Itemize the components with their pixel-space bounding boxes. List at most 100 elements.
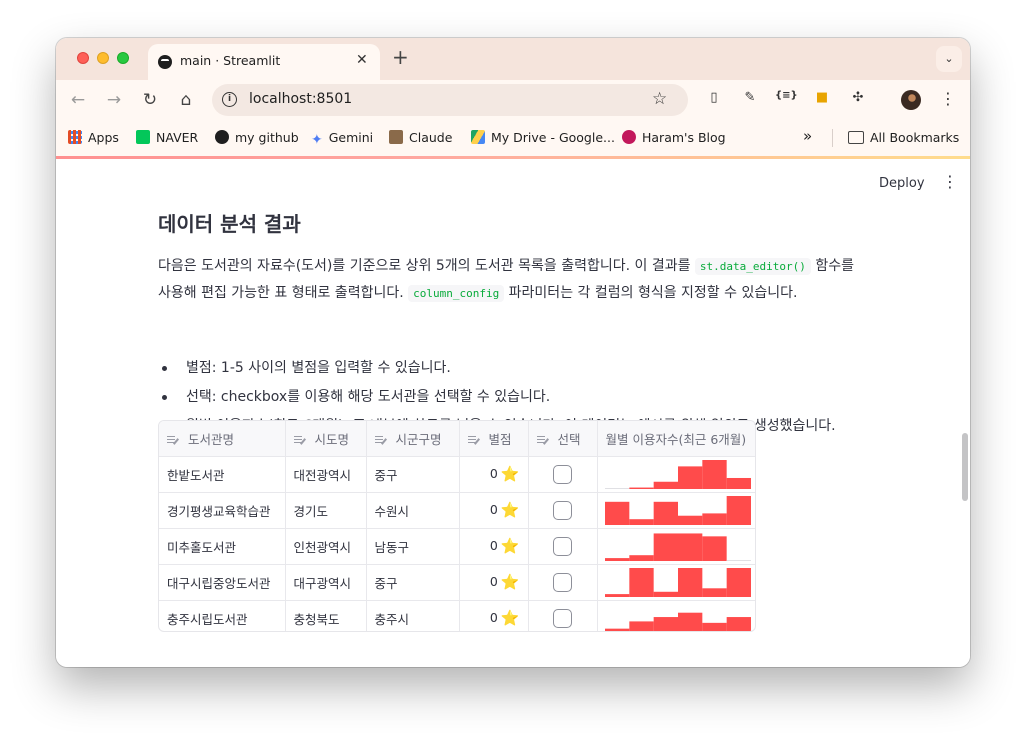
address-bar[interactable]: i localhost:8501 ☆	[212, 84, 688, 116]
site-info-icon[interactable]: i	[222, 92, 237, 107]
cell-select[interactable]	[528, 492, 598, 529]
column-header-monthly-users[interactable]: 월별 이용자수(최근 6개월)	[597, 421, 755, 457]
cell-select[interactable]	[528, 456, 598, 493]
forward-arrow-icon[interactable]: →	[102, 88, 126, 112]
all-bookmarks-button[interactable]: All Bookmarks	[848, 130, 959, 145]
cell-rating[interactable]: 0 ⭐	[459, 564, 529, 601]
cell-sido[interactable]: 경기도	[285, 492, 367, 529]
bookmark-github[interactable]: my github	[215, 130, 299, 145]
cell-library-name[interactable]: 경기평생교육학습관	[159, 492, 286, 529]
tab-search-button[interactable]: ⌄	[936, 46, 962, 72]
cell-rating[interactable]: 0 ⭐	[459, 456, 529, 493]
tab-main-streamlit[interactable]: main · Streamlit ✕	[148, 44, 380, 80]
monthly-bar	[677, 515, 702, 525]
tab-close-icon[interactable]: ✕	[356, 52, 368, 68]
star-icon: ⭐	[500, 609, 520, 627]
cell-sido[interactable]: 대구광역시	[285, 564, 367, 601]
cell-library-name[interactable]: 대구시립중앙도서관	[159, 564, 286, 601]
cell-select[interactable]	[528, 600, 598, 631]
cell-select[interactable]	[528, 528, 598, 565]
cherry-icon	[622, 130, 636, 144]
monthly-bar	[653, 501, 678, 525]
cell-sido[interactable]: 대전광역시	[285, 456, 367, 493]
zoom-window-button[interactable]	[117, 52, 129, 64]
editable-column-icon	[293, 435, 307, 445]
monthly-bar	[677, 567, 702, 597]
close-window-button[interactable]	[77, 52, 89, 64]
inline-code-data-editor: st.data_editor()	[694, 258, 811, 275]
url-text[interactable]: localhost:8501	[249, 91, 352, 107]
tab-bar: main · Streamlit ✕ + ⌄	[56, 38, 970, 80]
profile-avatar[interactable]	[901, 90, 921, 110]
monthly-bar	[628, 620, 654, 631]
column-header-sido[interactable]: 시도명	[285, 421, 367, 457]
minimize-window-button[interactable]	[97, 52, 109, 64]
monthly-bar	[653, 591, 678, 597]
table-row: 경기평생교육학습관 경기도 수원시 0 ⭐	[159, 492, 755, 529]
column-header-rating[interactable]: 별점	[459, 421, 529, 457]
column-header-library-name[interactable]: 도서관명	[159, 421, 286, 457]
cell-library-name[interactable]: 충주시립도서관	[159, 600, 286, 631]
monthly-bar	[653, 481, 678, 489]
data-editor-table[interactable]: 도서관명 시도명 시군구명 별점 선택 월별 이용자수(최근 6개월) 한밭도서…	[158, 420, 756, 632]
browser-toolbar: ← → ↻ ⌂ i localhost:8501 ☆ ▯ ✎ {≡} ■ ✣ ⋮	[56, 80, 970, 120]
select-checkbox[interactable]	[553, 536, 572, 556]
cell-rating[interactable]: 0 ⭐	[459, 492, 529, 529]
select-checkbox[interactable]	[553, 464, 572, 484]
bookmark-claude[interactable]: Claude	[389, 130, 452, 145]
cell-sido[interactable]: 인천광역시	[285, 528, 367, 565]
json-formatter-icon[interactable]: {≡}	[775, 90, 798, 101]
monthly-bar	[677, 465, 702, 489]
select-checkbox[interactable]	[553, 500, 572, 520]
cell-sigungu[interactable]: 중구	[366, 456, 460, 493]
cell-select[interactable]	[528, 564, 598, 601]
browser-menu-icon[interactable]: ⋮	[940, 89, 956, 108]
cell-rating[interactable]: 0 ⭐	[459, 600, 529, 631]
list-item: 별점: 1-5 사이의 별점을 입력할 수 있습니다.	[158, 355, 836, 384]
cell-monthly-chart	[597, 564, 755, 601]
page-scrollbar[interactable]	[962, 433, 968, 501]
extensions-puzzle-icon[interactable]: ✣	[848, 90, 868, 105]
cell-sido[interactable]: 충청북도	[285, 600, 367, 631]
cell-library-name[interactable]: 한밭도서관	[159, 456, 286, 493]
monthly-users-bar-chart	[604, 495, 751, 525]
cell-sigungu[interactable]: 수원시	[366, 492, 460, 529]
document-icon[interactable]: ▯	[704, 90, 724, 105]
column-header-select[interactable]: 선택	[528, 421, 598, 457]
back-arrow-icon[interactable]: ←	[66, 88, 90, 112]
inline-code-column-config: column_config	[408, 285, 505, 302]
monthly-bar	[726, 616, 751, 631]
deploy-button[interactable]: Deploy	[879, 176, 925, 191]
select-checkbox[interactable]	[553, 572, 572, 592]
new-tab-button[interactable]: +	[392, 46, 409, 68]
bookmark-star-icon[interactable]: ☆	[652, 89, 667, 109]
monthly-users-bar-chart	[604, 459, 751, 489]
cell-sigungu[interactable]: 중구	[366, 564, 460, 601]
app-menu-icon[interactable]: ⋮	[942, 172, 958, 191]
select-checkbox[interactable]	[553, 608, 572, 628]
home-icon[interactable]: ⌂	[174, 88, 198, 112]
apps-grid-icon	[68, 130, 82, 144]
star-icon: ⭐	[500, 537, 520, 555]
bookmark-extension-icon[interactable]: ■	[812, 90, 832, 105]
monthly-bar	[604, 501, 629, 525]
bookmarks-overflow-button[interactable]: »	[803, 127, 812, 145]
monthly-bar	[701, 535, 727, 561]
bookmark-gemini[interactable]: ✦ Gemini	[311, 130, 373, 147]
bookmark-apps[interactable]: Apps	[68, 130, 119, 145]
gemini-icon: ✦	[311, 132, 323, 148]
cell-rating[interactable]: 0 ⭐	[459, 528, 529, 565]
cell-library-name[interactable]: 미추홀도서관	[159, 528, 286, 565]
google-drive-icon	[471, 130, 485, 144]
cell-sigungu[interactable]: 남동구	[366, 528, 460, 565]
reload-icon[interactable]: ↻	[138, 88, 162, 112]
monthly-bar	[604, 487, 629, 489]
column-header-sigungu[interactable]: 시군구명	[366, 421, 460, 457]
eyedropper-icon[interactable]: ✎	[740, 90, 760, 105]
cell-sigungu[interactable]: 충주시	[366, 600, 460, 631]
bookmark-naver[interactable]: NAVER	[136, 130, 198, 145]
table-row: 충주시립도서관 충청북도 충주시 0 ⭐	[159, 600, 755, 631]
bookmark-harams-blog[interactable]: Haram's Blog	[622, 130, 726, 145]
bookmark-my-drive[interactable]: My Drive - Google...	[471, 130, 615, 145]
monthly-bar	[653, 616, 678, 631]
